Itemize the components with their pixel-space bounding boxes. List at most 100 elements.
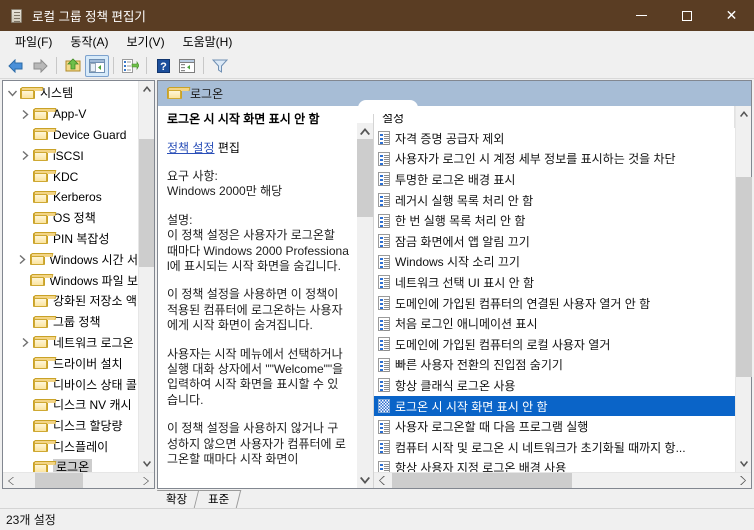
tree-item-0[interactable]: 시스템 — [3, 83, 138, 104]
tree-scroll-thumb[interactable] — [139, 139, 154, 267]
tree-item-label: 드라이버 설치 — [53, 356, 123, 371]
folder-icon — [33, 149, 57, 162]
tree-expander-12[interactable] — [18, 338, 33, 348]
explain-paragraph-2: 이 정책 설정을 사용하면 이 정책이 적용된 컴퓨터에 로그온하는 사용자에게… — [167, 287, 343, 333]
up-folder-icon[interactable] — [61, 55, 85, 77]
tree-horizontal-scrollbar[interactable] — [3, 472, 154, 488]
tree-scroll-up-icon[interactable] — [139, 81, 154, 97]
settings-row[interactable]: 자격 증명 공급자 제외 — [374, 128, 735, 149]
description-scroll-thumb[interactable] — [357, 139, 373, 217]
toolbar: ? — [0, 53, 754, 79]
settings-horizontal-scrollbar[interactable] — [374, 472, 751, 488]
tree-expander-0[interactable] — [5, 90, 20, 97]
tree-item-11[interactable]: 그룹 정책 — [3, 312, 138, 333]
tab-extended[interactable]: 확장 — [152, 490, 200, 508]
tree-item-17[interactable]: 디스플레이 — [3, 437, 138, 458]
settings-row[interactable]: 한 번 실행 목록 처리 안 함 — [374, 210, 735, 231]
export-list-icon[interactable] — [118, 55, 142, 77]
settings-row[interactable]: 레거시 실행 목록 처리 안 함 — [374, 190, 735, 211]
tree-scroll-track[interactable] — [139, 97, 154, 456]
settings-row-label: 레거시 실행 목록 처리 안 함 — [395, 193, 534, 208]
menu-help[interactable]: 도움말(H) — [174, 31, 242, 53]
tree-expander-3[interactable] — [18, 151, 33, 161]
back-arrow-icon[interactable] — [4, 55, 28, 77]
menu-file[interactable]: 파일(F) — [6, 31, 61, 53]
tree-hscroll-left-icon[interactable] — [3, 473, 19, 488]
tab-standard[interactable]: 표준 — [194, 490, 242, 508]
show-hide-tree-icon[interactable] — [85, 54, 109, 77]
tree-item-2[interactable]: Device Guard — [3, 125, 138, 146]
description-vertical-scrollbar[interactable] — [357, 123, 373, 488]
settings-row[interactable]: 사용자 로그온할 때 다음 프로그램 실행 — [374, 416, 735, 437]
tree-item-3[interactable]: iSCSI — [3, 145, 138, 166]
tree-hscroll-track[interactable] — [19, 473, 138, 488]
close-button[interactable]: ✕ — [709, 0, 754, 31]
settings-row[interactable]: 빠른 사용자 전환의 진입점 숨기기 — [374, 355, 735, 376]
settings-row[interactable]: 컴퓨터 시작 및 로그온 시 네트워크가 초기화될 때까지 항... — [374, 437, 735, 458]
settings-scroll-down-icon[interactable] — [736, 456, 751, 472]
settings-hscroll-track[interactable] — [390, 473, 735, 488]
help-icon[interactable]: ? — [151, 55, 175, 77]
tree-expander-8[interactable] — [15, 255, 30, 265]
tree-item-label: Kerberos — [53, 190, 102, 205]
policy-document-icon — [378, 440, 390, 455]
settings-row[interactable]: 투명한 로그온 배경 표시 — [374, 169, 735, 190]
tree-item-8[interactable]: Windows 시간 서 — [3, 249, 138, 270]
settings-column-header[interactable]: 설정 — [374, 106, 735, 128]
settings-row[interactable]: Windows 시작 소리 끄기 — [374, 252, 735, 273]
tree-item-15[interactable]: 디스크 NV 캐시 — [3, 395, 138, 416]
explain-label: 설명: — [167, 212, 193, 227]
settings-row[interactable]: 항상 사용자 지정 로그온 배경 사용 — [374, 458, 735, 472]
tree-item-1[interactable]: App-V — [3, 104, 138, 125]
folder-icon — [33, 190, 57, 204]
tree-hscroll-right-icon[interactable] — [138, 473, 154, 488]
forward-arrow-icon[interactable] — [28, 55, 52, 77]
settings-scroll-thumb[interactable] — [736, 177, 752, 377]
policy-document-icon — [378, 172, 390, 187]
filter-funnel-icon[interactable] — [208, 55, 232, 77]
tree-expander-1[interactable] — [18, 109, 33, 119]
tree-item-14[interactable]: 디바이스 상태 콜 — [3, 374, 138, 395]
tree-item-4[interactable]: KDC — [3, 166, 138, 187]
settings-row[interactable]: 처음 로그인 애니메이션 표시 — [374, 313, 735, 334]
maximize-button[interactable] — [664, 0, 709, 31]
tree-item-13[interactable]: 드라이버 설치 — [3, 353, 138, 374]
window-titlebar: 로컬 그룹 정책 편집기 ✕ — [0, 0, 754, 31]
menu-action[interactable]: 동작(A) — [61, 31, 117, 53]
group-policy-editor-window: 로컬 그룹 정책 편집기 ✕ 파일(F) 동작(A) 보기(V) 도움말(H) — [0, 0, 754, 530]
settings-row[interactable]: 사용자가 로그인 시 계정 세부 정보를 표시하는 것을 차단 — [374, 149, 735, 170]
settings-scroll-up-icon[interactable] — [736, 106, 751, 122]
settings-row[interactable]: 도메인에 가입된 컴퓨터의 연결된 사용자 열거 안 함 — [374, 293, 735, 314]
settings-row-selected[interactable]: 로그온 시 시작 화면 표시 안 함 — [374, 395, 735, 417]
settings-hscroll-thumb[interactable] — [392, 473, 572, 488]
settings-scroll-track[interactable] — [736, 122, 752, 456]
tree-item-10[interactable]: 강화된 저장소 액 — [3, 291, 138, 312]
minimize-button[interactable] — [619, 0, 664, 31]
folder-icon — [29, 253, 54, 266]
description-scroll-up-icon[interactable] — [357, 123, 373, 139]
settings-hscroll-right-icon[interactable] — [735, 473, 751, 488]
policy-document-icon — [378, 378, 390, 393]
tree-scroll-down-icon[interactable] — [139, 456, 154, 472]
tree-vertical-scrollbar[interactable] — [138, 81, 154, 472]
policy-setting-link[interactable]: 정책 설정 — [167, 141, 215, 155]
description-scroll-down-icon[interactable] — [357, 472, 373, 488]
menu-view[interactable]: 보기(V) — [117, 31, 173, 53]
description-scroll-track[interactable] — [357, 139, 373, 472]
tree-hscroll-thumb[interactable] — [35, 473, 83, 488]
settings-row[interactable]: 항상 클래식 로그온 사용 — [374, 375, 735, 396]
tree-item-5[interactable]: Kerberos — [3, 187, 138, 208]
settings-row[interactable]: 네트워크 선택 UI 표시 안 함 — [374, 272, 735, 293]
tree-item-7[interactable]: PIN 복잡성 — [3, 229, 138, 250]
settings-hscroll-left-icon[interactable] — [374, 473, 390, 488]
settings-row[interactable]: 잠금 화면에서 앱 알림 끄기 — [374, 231, 735, 252]
properties-window-icon[interactable] — [175, 55, 199, 77]
settings-row[interactable]: 도메인에 가입된 컴퓨터의 로컬 사용자 열거 — [374, 334, 735, 355]
tree-item-16[interactable]: 디스크 할당량 — [3, 416, 138, 437]
window-title: 로컬 그룹 정책 편집기 — [32, 10, 146, 24]
tree-item-9[interactable]: Windows 파일 보 — [3, 270, 138, 291]
tree-item-18[interactable]: 로그온 — [3, 457, 138, 472]
settings-vertical-scrollbar[interactable] — [735, 106, 752, 472]
tree-item-6[interactable]: OS 정책 — [3, 208, 138, 229]
tree-item-12[interactable]: 네트워크 로그온 — [3, 333, 138, 354]
